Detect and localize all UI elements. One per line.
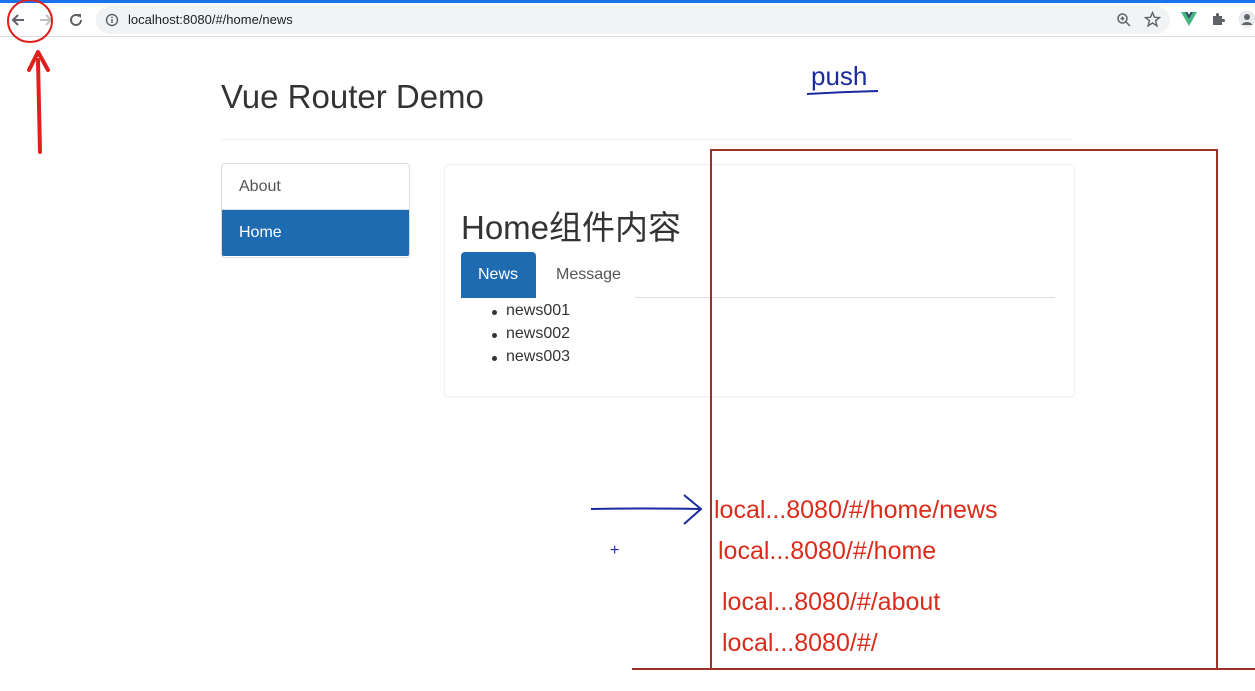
- list-item: news002: [491, 324, 570, 347]
- address-url[interactable]: localhost:8080/#/home/news: [128, 12, 293, 27]
- list-item: news003: [491, 347, 570, 370]
- history-entry: local...8080/#/home: [718, 537, 937, 565]
- history-stack-base: [632, 668, 1255, 670]
- star-icon[interactable]: [1144, 11, 1161, 28]
- tab-news[interactable]: News: [461, 252, 536, 298]
- address-bar[interactable]: localhost:8080/#/home/news: [96, 6, 1170, 34]
- back-arrow-icon: [11, 14, 24, 26]
- profile-icon[interactable]: [1238, 10, 1255, 28]
- tab-message[interactable]: Message: [539, 252, 635, 298]
- home-heading: Home组件内容: [461, 209, 682, 246]
- news-list: news001 news002 news003: [491, 301, 570, 370]
- plus-mark: +: [610, 542, 620, 559]
- sidebar-nav: About Home: [221, 163, 410, 258]
- list-item: news001: [491, 301, 570, 324]
- title-divider: [221, 139, 1073, 140]
- reload-icon: [70, 13, 82, 26]
- red-arrow-annotation: [36, 58, 42, 154]
- sidebar-item-home[interactable]: Home: [222, 210, 409, 256]
- back-button[interactable]: [5, 7, 31, 33]
- blue-arrow-annotation: [590, 507, 701, 510]
- page-title: Vue Router Demo: [221, 78, 484, 115]
- vue-devtools-icon[interactable]: [1181, 12, 1197, 26]
- extensions-puzzle-icon[interactable]: [1210, 11, 1226, 27]
- info-icon[interactable]: [105, 13, 119, 27]
- forward-button[interactable]: [33, 7, 59, 33]
- push-label: push: [811, 61, 868, 91]
- zoom-icon[interactable]: [1116, 12, 1132, 28]
- history-entry-bottom: local...8080/#/: [722, 629, 878, 657]
- history-entry-top: local...8080/#/home/news: [714, 496, 998, 524]
- reload-button[interactable]: [63, 7, 89, 33]
- sidebar-item-about[interactable]: About: [222, 164, 409, 210]
- history-entry: local...8080/#/about: [722, 588, 941, 616]
- forward-arrow-icon: [40, 14, 53, 26]
- browser-toolbar: localhost:8080/#/home/news: [0, 3, 1255, 37]
